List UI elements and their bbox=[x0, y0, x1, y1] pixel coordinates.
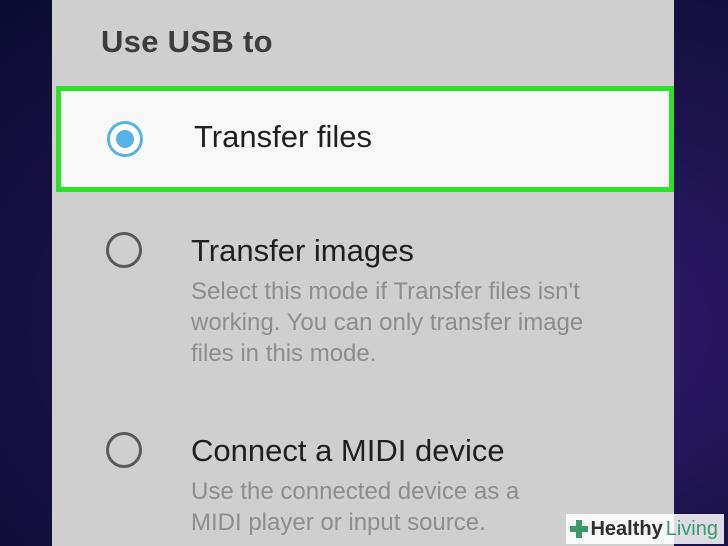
radio-unchecked-icon[interactable] bbox=[106, 432, 142, 468]
usb-mode-dialog: Use USB to Transfer files Transfer image… bbox=[52, 0, 674, 546]
radio-unchecked-icon[interactable] bbox=[106, 232, 142, 268]
dialog-title: Use USB to bbox=[101, 24, 273, 59]
watermark-text-healthy: Healthy bbox=[590, 517, 663, 540]
option-description-transfer-images: Select this mode if Transfer files isn't… bbox=[191, 278, 584, 367]
option-label-transfer-files: Transfer files bbox=[194, 119, 373, 154]
option-label-connect-midi: Connect a MIDI device bbox=[191, 433, 505, 468]
option-transfer-images[interactable]: Transfer images Select this mode if Tran… bbox=[52, 195, 674, 380]
option-label-transfer-images: Transfer images bbox=[191, 233, 414, 268]
radio-checked-icon[interactable] bbox=[107, 121, 143, 157]
option-transfer-files[interactable]: Transfer files bbox=[56, 86, 674, 192]
option-description-connect-midi: Use the connected device as a MIDI playe… bbox=[191, 478, 520, 536]
watermark-text-living: Living bbox=[665, 517, 718, 540]
plus-cross-icon bbox=[570, 520, 589, 538]
watermark-logo: Healthy Living bbox=[566, 514, 724, 544]
